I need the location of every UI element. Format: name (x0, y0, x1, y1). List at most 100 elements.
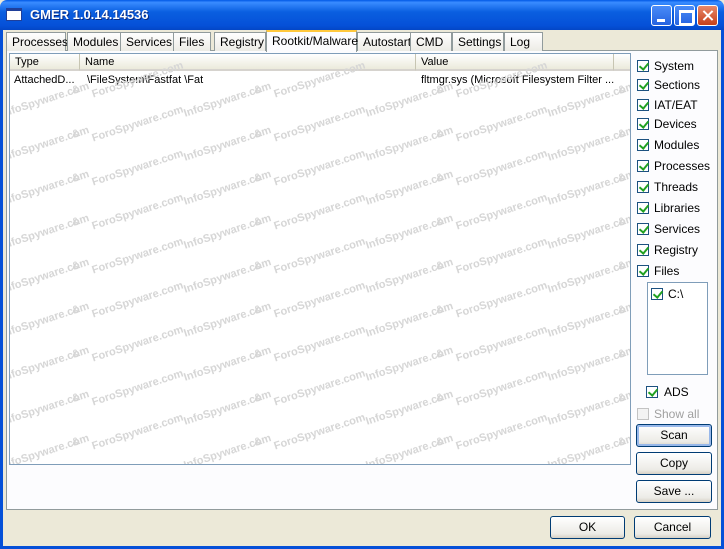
label-processes: Processes (654, 159, 711, 173)
label-drive-c: C:\ (668, 287, 684, 301)
checkbox-devices[interactable] (637, 118, 649, 130)
watermark-text: InfoSpyware.com (364, 344, 455, 384)
watermark-text: & (252, 303, 264, 317)
ok-button[interactable]: OK (550, 516, 625, 539)
watermark-text: ForoSpyware.com (90, 235, 185, 277)
watermark-text: ForoSpyware.com (90, 279, 185, 321)
tab-cmd[interactable]: CMD (410, 32, 452, 51)
checkbox-processes[interactable] (637, 160, 649, 172)
watermark-text: ForoSpyware.com (454, 279, 549, 321)
title-bar[interactable]: GMER 1.0.14.14536 (0, 0, 724, 30)
watermark-text: & (434, 347, 446, 361)
watermark-text: InfoSpyware.com (546, 256, 631, 296)
watermark-text: InfoSpyware.com (546, 388, 631, 428)
watermark-text: InfoSpyware.com (364, 300, 455, 340)
watermark-text: InfoSpyware.com (364, 388, 455, 428)
label-registry: Registry (654, 243, 699, 257)
watermark-text: & (616, 259, 628, 273)
watermark-text: & (252, 127, 264, 141)
watermark-text: InfoSpyware.com (182, 256, 273, 296)
label-system: System (654, 59, 695, 73)
watermark-text: ForoSpyware.com (454, 191, 549, 233)
checkbox-modules[interactable] (637, 139, 649, 151)
watermark-text: & (252, 215, 264, 229)
checkbox-registry[interactable] (637, 244, 649, 256)
watermark-text: & (70, 303, 82, 317)
label-showall: Show all (654, 407, 700, 421)
save-button[interactable]: Save ... (636, 480, 712, 503)
tab-modules[interactable]: Modules (67, 32, 124, 51)
watermark-text: & (252, 171, 264, 185)
watermark-text: InfoSpyware.com (546, 432, 631, 465)
tab-processes[interactable]: Processes (6, 32, 68, 51)
tab-autostart[interactable]: Autostart (357, 32, 411, 51)
cell-type: AttachedD... (14, 74, 75, 86)
tab-files[interactable]: Files (173, 32, 211, 51)
checkbox-drive-c[interactable] (651, 288, 663, 300)
label-libraries: Libraries (654, 201, 701, 215)
watermark-text: & (70, 391, 82, 405)
checkbox-services[interactable] (637, 223, 649, 235)
watermark-text: ForoSpyware.com (272, 103, 367, 145)
watermark-text: & (434, 215, 446, 229)
tab-settings[interactable]: Settings (452, 32, 504, 51)
watermark-text: ForoSpyware.com (454, 103, 549, 145)
watermark-text: ForoSpyware.com (454, 411, 549, 453)
tab-registry[interactable]: Registry (214, 32, 266, 51)
watermark-text: & (434, 127, 446, 141)
watermark-text: InfoSpyware.com (546, 344, 631, 384)
watermark-text: InfoSpyware.com (182, 300, 273, 340)
watermark-text: InfoSpyware.com (9, 300, 91, 340)
minimize-button[interactable] (651, 5, 672, 26)
watermark-text: InfoSpyware.com (546, 124, 631, 164)
watermark-text: ForoSpyware.com (272, 279, 367, 321)
window-title: GMER 1.0.14.14536 (30, 7, 149, 22)
label-ads: ADS (664, 385, 689, 399)
maximize-button[interactable] (674, 5, 695, 26)
drive-list[interactable]: C:\ (647, 282, 708, 375)
watermark-text: InfoSpyware.com (364, 432, 455, 465)
results-list[interactable]: Type Name Value AttachedD... \FileSystem… (9, 53, 631, 465)
tab-log[interactable]: Log (504, 32, 543, 51)
watermark-text: InfoSpyware.com (9, 388, 91, 428)
watermark-text: ForoSpyware.com (272, 323, 367, 365)
watermark-text: & (70, 259, 82, 273)
watermark-text: InfoSpyware.com (9, 432, 91, 465)
watermark-text: & (70, 215, 82, 229)
list-item[interactable]: AttachedD... \FileSystem\Fastfat \Fat fl… (10, 72, 630, 89)
watermark-text: & (434, 259, 446, 273)
checkbox-threads[interactable] (637, 181, 649, 193)
watermark-text: & (70, 171, 82, 185)
watermark-text: InfoSpyware.com (182, 212, 273, 252)
label-threads: Threads (654, 180, 699, 194)
checkbox-system[interactable] (637, 60, 649, 72)
label-sections: Sections (654, 78, 701, 92)
watermark-text: InfoSpyware.com (182, 168, 273, 208)
checkbox-sections[interactable] (637, 79, 649, 91)
column-header-name[interactable]: Name (80, 54, 416, 71)
watermark-text: ForoSpyware.com (272, 367, 367, 409)
list-header: Type Name Value (10, 54, 630, 71)
window-frame-left (0, 30, 3, 549)
cancel-button[interactable]: Cancel (634, 516, 711, 539)
copy-button[interactable]: Copy (636, 452, 712, 475)
watermark-text: InfoSpyware.com (364, 212, 455, 252)
watermark-text: InfoSpyware.com (546, 168, 631, 208)
watermark-text: ForoSpyware.com (272, 235, 367, 277)
tab-services[interactable]: Services (120, 32, 177, 51)
watermark-text: ForoSpyware.com (454, 323, 549, 365)
tab-rootkit-malware[interactable]: Rootkit/Malware (266, 30, 358, 52)
close-button[interactable] (697, 5, 718, 26)
column-header-value[interactable]: Value (416, 54, 614, 71)
app-window-icon (6, 8, 22, 21)
checkbox-libraries[interactable] (637, 202, 649, 214)
watermark-text: ForoSpyware.com (90, 323, 185, 365)
column-header-type[interactable]: Type (10, 54, 80, 71)
checkbox-files[interactable] (637, 265, 649, 277)
checkbox-iat-eat[interactable] (637, 99, 649, 111)
watermark-text: & (434, 171, 446, 185)
watermark-text: InfoSpyware.com (9, 344, 91, 384)
scan-button[interactable]: Scan (636, 424, 712, 447)
watermark-text: InfoSpyware.com (182, 432, 273, 465)
checkbox-ads[interactable] (646, 386, 658, 398)
